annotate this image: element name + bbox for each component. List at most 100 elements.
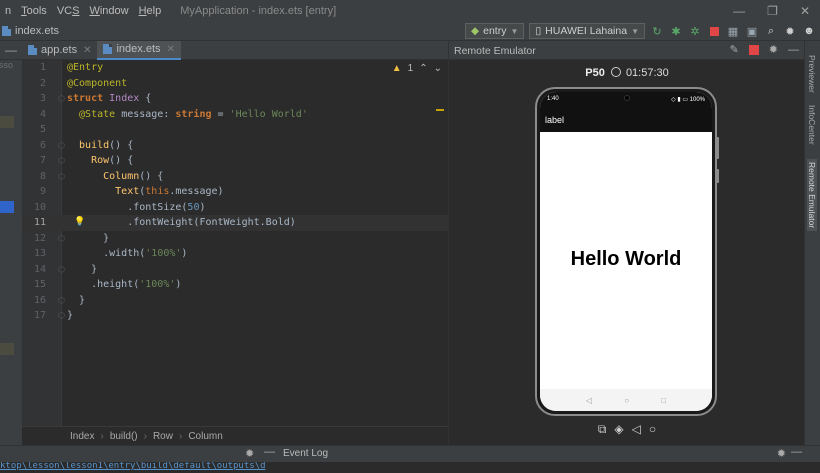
tab-previewer[interactable]: Previewer (807, 55, 817, 93)
window-controls: — ❐ ✕ (733, 0, 810, 21)
fold-marker-icon[interactable]: ⬡ (58, 308, 65, 324)
fold-marker-icon[interactable]: ⬡ (58, 262, 65, 278)
tab-remote-emulator[interactable]: Remote Emulator (807, 159, 817, 232)
menu-item-vcs-mnemonic: S (72, 4, 80, 17)
debug-icon[interactable]: ✱ (669, 24, 683, 38)
restore-window-button[interactable]: ❐ (767, 4, 778, 18)
hide-panel-icon[interactable]: — (264, 446, 275, 458)
menu-item-partial[interactable]: n (0, 5, 16, 17)
settings-gear-icon[interactable]: ✹ (245, 447, 254, 460)
code-text: } (67, 262, 97, 278)
settings-gear-icon[interactable]: ✹ (769, 43, 778, 56)
code-text: .width('100%') (67, 246, 187, 262)
code-token: .fontSize( (67, 201, 188, 213)
sdk-manager-icon[interactable]: ▣ (745, 24, 759, 38)
attach-debugger-icon[interactable]: ✲ (688, 24, 702, 38)
chevron-down-icon: ▼ (510, 26, 519, 36)
back-icon[interactable]: ◁ (632, 422, 641, 437)
settings-gear-icon[interactable]: ✹ (783, 24, 797, 38)
rotate-icon[interactable]: ◈ (614, 422, 623, 437)
code-line[interactable]: 4 @State message: string = 'Hello World' (22, 107, 448, 123)
output-path-link[interactable]: ktop\lesson\lesson1\entry\build\default\… (0, 462, 266, 471)
code-line[interactable]: 16 ⬡ } (22, 293, 448, 309)
project-structure-icon[interactable]: ▦ (726, 24, 740, 38)
event-log-title[interactable]: Event Log (283, 448, 328, 459)
search-icon[interactable]: ⌕ (764, 24, 778, 38)
navigation-toolbar: index.ets ◆ entry ▼ ▯ HUAWEI Lahaina ▼ ↻… (0, 21, 820, 41)
remote-emulator-title: Remote Emulator (454, 45, 536, 57)
stop-emulator-icon[interactable] (748, 44, 759, 55)
fold-marker-icon[interactable]: ⬡ (58, 169, 65, 185)
home-icon[interactable]: ○ (649, 422, 656, 437)
code-line[interactable]: 17 ⬡} (22, 308, 448, 324)
project-tree-highlight-2 (0, 343, 14, 355)
code-line[interactable]: 6 ⬡ build() { (22, 138, 448, 154)
output-path-row: ktop\lesson\lesson1\entry\build\default\… (0, 462, 820, 473)
breadcrumb-item[interactable]: build() (110, 431, 138, 442)
code-line[interactable]: 9 Text(this.message) (22, 184, 448, 200)
line-number: 12 (33, 232, 46, 244)
code-line[interactable]: 5 (22, 122, 448, 138)
code-line[interactable]: 15 .height('100%') (22, 277, 448, 293)
tab-app-ets[interactable]: app.ets ✕ (22, 41, 97, 60)
menu-item-help[interactable]: Help (134, 5, 167, 17)
code-line[interactable]: 13 .width('100%') (22, 246, 448, 262)
code-token: 'Hello World' (229, 108, 308, 120)
stop-icon[interactable] (707, 24, 721, 38)
menu-item-window[interactable]: Window (84, 5, 133, 17)
user-icon[interactable]: ☻ (802, 24, 816, 38)
code-token: } (67, 232, 110, 244)
line-number: 10 (33, 201, 46, 213)
fold-marker-icon[interactable]: ⬡ (58, 153, 65, 169)
code-token: } (67, 310, 74, 321)
code-line[interactable]: 12 ⬡ } (22, 231, 448, 247)
code-line[interactable]: 7 ⬡ Row() { (22, 153, 448, 169)
code-line[interactable]: 10 .fontSize(50) (22, 200, 448, 216)
breadcrumb-item[interactable]: Column (188, 431, 222, 442)
bottom-tool-window-bar: ✹ — Event Log ✹ — (0, 445, 820, 462)
device-status-icons: ◇ ▮ ▭ 100% (671, 97, 705, 103)
fold-marker-icon[interactable]: ⬡ (58, 138, 65, 154)
device-home-icon[interactable]: ○ (624, 396, 629, 405)
hide-panel-icon[interactable]: — (791, 446, 802, 458)
code-line[interactable]: 11 💡 .fontWeight(FontWeight.Bold) (22, 215, 448, 231)
settings-gear-icon[interactable]: ✹ (777, 447, 786, 460)
code-line[interactable]: 2 @Component (22, 76, 448, 92)
line-number: 14 (33, 263, 46, 275)
pin-icon[interactable]: ✎ (730, 43, 739, 56)
code-line[interactable]: 8 ⬡ Column() { (22, 169, 448, 185)
device-back-icon[interactable]: ◁ (586, 396, 592, 405)
tab-index-ets[interactable]: index.ets ✕ (97, 40, 181, 60)
close-tab-icon[interactable]: ✕ (83, 45, 91, 56)
breadcrumb-item[interactable]: Index (70, 431, 94, 442)
code-token: Row (67, 155, 110, 166)
line-number: 2 (39, 77, 46, 89)
menu-item-tools[interactable]: Tools (16, 5, 52, 17)
hide-panel-icon[interactable]: — (788, 44, 799, 56)
line-number: 15 (33, 279, 46, 290)
module-select[interactable]: ◆ entry ▼ (465, 23, 525, 39)
fold-marker-icon[interactable]: ⬡ (58, 231, 65, 247)
close-window-button[interactable]: ✕ (800, 4, 810, 18)
screenshot-icon[interactable]: ⧉ (598, 422, 607, 437)
fold-marker-icon[interactable]: ⬡ (58, 293, 65, 309)
close-tab-icon[interactable]: ✕ (167, 44, 175, 55)
rerun-icon[interactable]: ↻ (650, 24, 664, 38)
code-token: Text (67, 186, 140, 197)
tab-infocenter[interactable]: InfoCenter (807, 105, 817, 145)
hide-panel-icon[interactable]: — (0, 43, 22, 57)
code-line[interactable]: 1 @Entry (22, 60, 448, 76)
code-line[interactable]: 14 ⬡ } (22, 262, 448, 278)
device-recents-icon[interactable]: □ (661, 396, 666, 405)
navbar-file-crumb[interactable]: index.ets (0, 25, 59, 37)
menu-item-tools-rest: ools (26, 4, 47, 17)
breadcrumb-item[interactable]: Row (153, 431, 173, 442)
code-line[interactable]: 3 ⬡ struct Index { (22, 91, 448, 107)
menu-item-vcs[interactable]: VCS (52, 5, 85, 17)
code-editor[interactable]: ▲ 1 ⌃ ⌄ 1 @Entry 2 @Component 3 ⬡ struct Index… (22, 60, 448, 426)
minimize-window-button[interactable]: — (733, 4, 745, 18)
device-select[interactable]: ▯ HUAWEI Lahaina ▼ (529, 23, 645, 39)
fold-marker-icon[interactable]: ⬡ (58, 91, 65, 107)
code-text: } (67, 293, 85, 309)
device-screen[interactable]: 1:40 ◇ ▮ ▭ 100% label Hello World ◁ ○ □ (540, 92, 712, 411)
